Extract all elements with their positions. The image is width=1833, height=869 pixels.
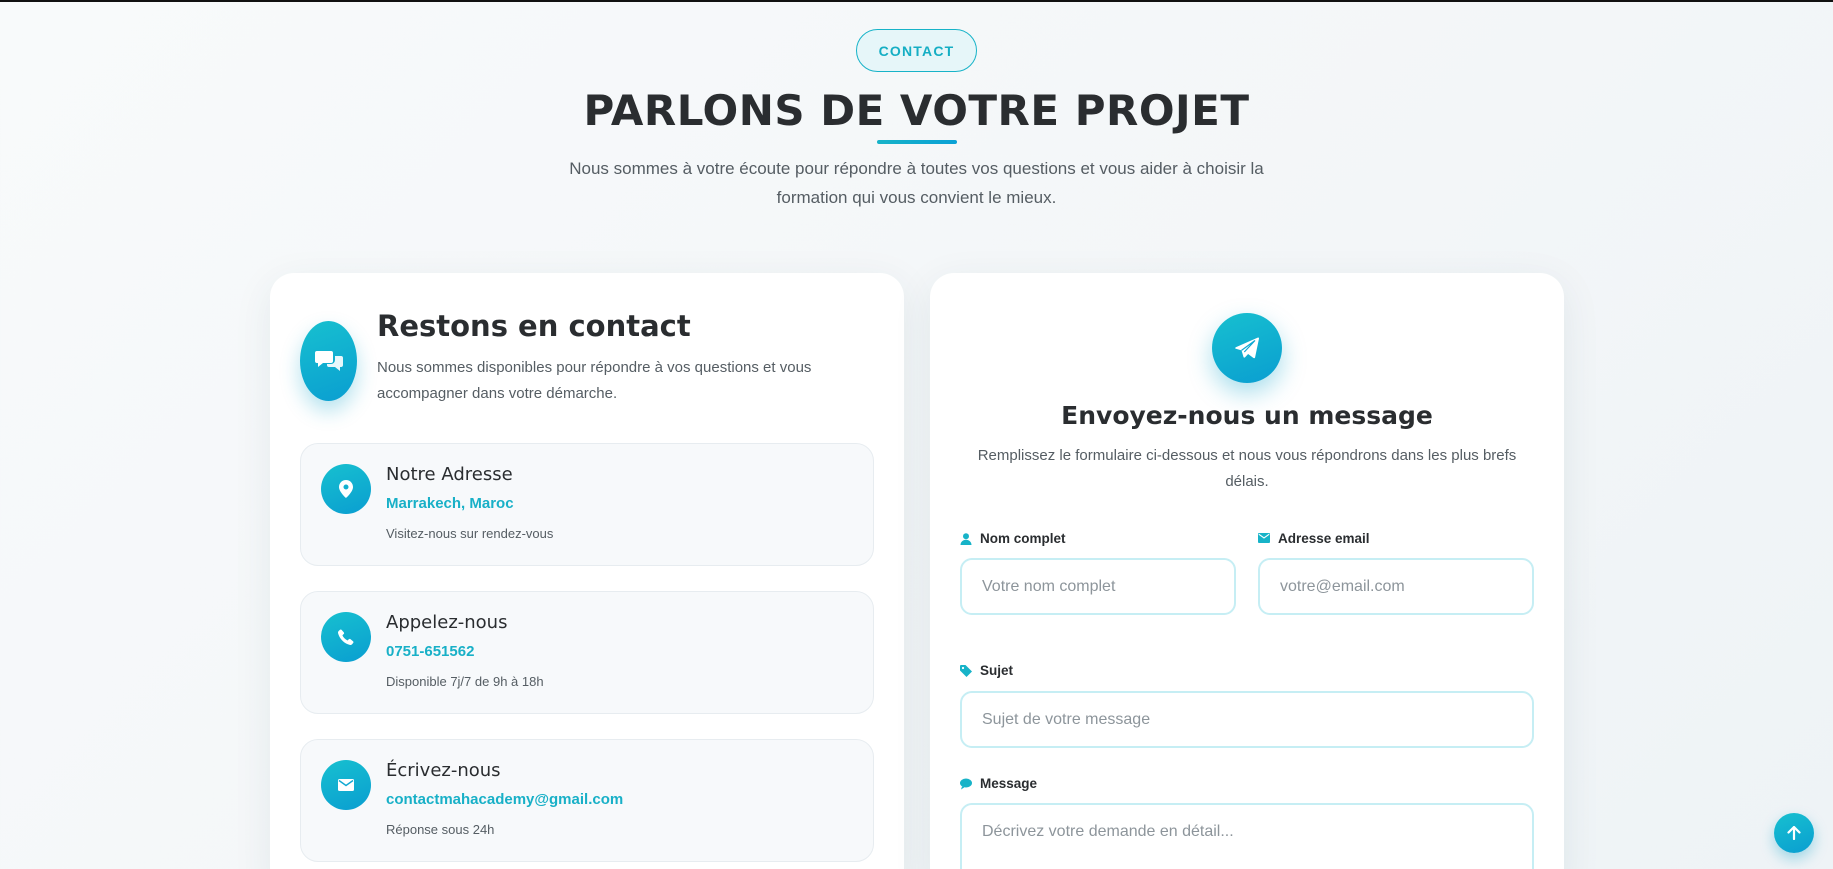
info-item-title: Notre Adresse: [386, 464, 513, 485]
info-item-title: Écrivez-nous: [386, 760, 501, 781]
info-item-value: Marrakech, Maroc: [386, 495, 514, 512]
form-description: Remplissez le formulaire ci-dessous et n…: [977, 447, 1517, 490]
comment-icon: [960, 778, 972, 790]
email-field-label: Adresse email: [1258, 531, 1370, 546]
name-input[interactable]: [960, 558, 1236, 615]
section-badge: CONTACT: [856, 29, 977, 72]
info-item-phone: Appelez-nous 0751-651562 Disponible 7j/7…: [300, 591, 874, 714]
info-item-note: Visitez-nous sur rendez-vous: [386, 526, 554, 541]
info-item-title: Appelez-nous: [386, 612, 508, 633]
contact-card-description: Nous sommes disponibles pour répondre à …: [377, 359, 812, 402]
arrow-up-icon: [1787, 826, 1801, 840]
email-link[interactable]: contactmahacademy@gmail.com: [386, 791, 623, 808]
info-item-address: Notre Adresse Marrakech, Maroc Visitez-n…: [300, 443, 874, 566]
top-border: [0, 0, 1833, 2]
name-label-text: Nom complet: [980, 531, 1066, 546]
phone-icon: [321, 612, 371, 662]
page-lead: Nous sommes à votre écoute pour répondre…: [569, 159, 1264, 207]
info-item-note: Disponible 7j/7 de 9h à 18h: [386, 674, 544, 689]
chat-bubbles-icon: [300, 321, 357, 401]
subject-input[interactable]: [960, 691, 1534, 748]
map-pin-icon: [321, 464, 371, 514]
message-textarea[interactable]: [960, 803, 1534, 869]
message-label-text: Message: [980, 776, 1038, 791]
info-item-email: Écrivez-nous contactmahacademy@gmail.com…: [300, 739, 874, 862]
form-title: Envoyez-nous un message: [1061, 401, 1433, 430]
name-field-label: Nom complet: [960, 531, 1066, 546]
envelope-icon: [1258, 532, 1270, 545]
paper-plane-icon: [1212, 313, 1282, 383]
tag-icon: [960, 664, 972, 677]
email-label-text: Adresse email: [1278, 531, 1370, 546]
subject-label-text: Sujet: [980, 663, 1014, 678]
contact-info-card: Restons en contact Nous sommes disponibl…: [270, 273, 904, 869]
scroll-to-top-button[interactable]: [1774, 813, 1814, 853]
title-underline: [877, 140, 957, 144]
email-input[interactable]: [1258, 558, 1534, 615]
contact-card-title: Restons en contact: [377, 309, 691, 343]
contact-form-card: Envoyez-nous un message Remplissez le fo…: [930, 273, 1564, 869]
user-icon: [960, 532, 972, 545]
page-title: PARLONS DE VOTRE PROJET: [583, 86, 1250, 135]
message-field-label: Message: [960, 776, 1037, 791]
envelope-icon: [321, 760, 371, 810]
info-item-note: Réponse sous 24h: [386, 822, 495, 837]
phone-link[interactable]: 0751-651562: [386, 643, 474, 660]
subject-field-label: Sujet: [960, 663, 1013, 678]
